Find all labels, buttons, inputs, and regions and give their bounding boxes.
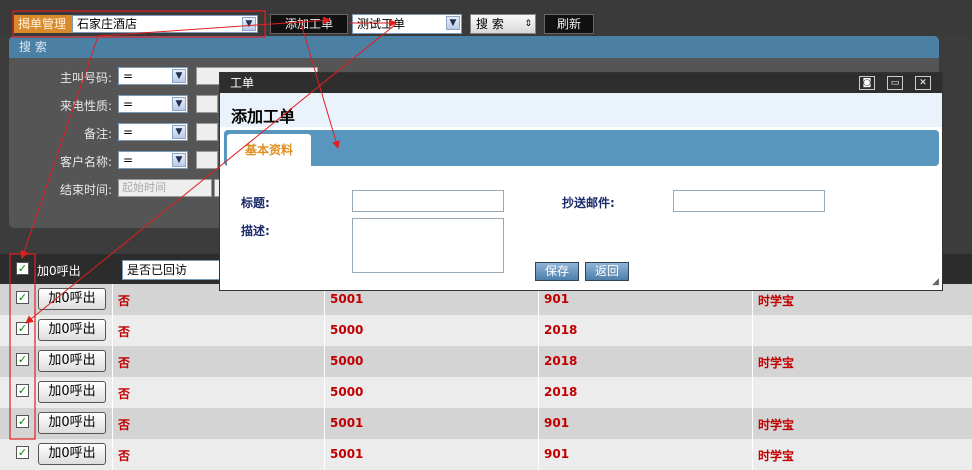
annotation-arrow [97,16,331,37]
annotation-arrow [25,23,397,324]
annotation-overlay [9,10,397,440]
annotation-arrow [299,19,340,149]
annotation-box-checkboxes [9,253,36,440]
annotation-arrow [20,35,99,259]
